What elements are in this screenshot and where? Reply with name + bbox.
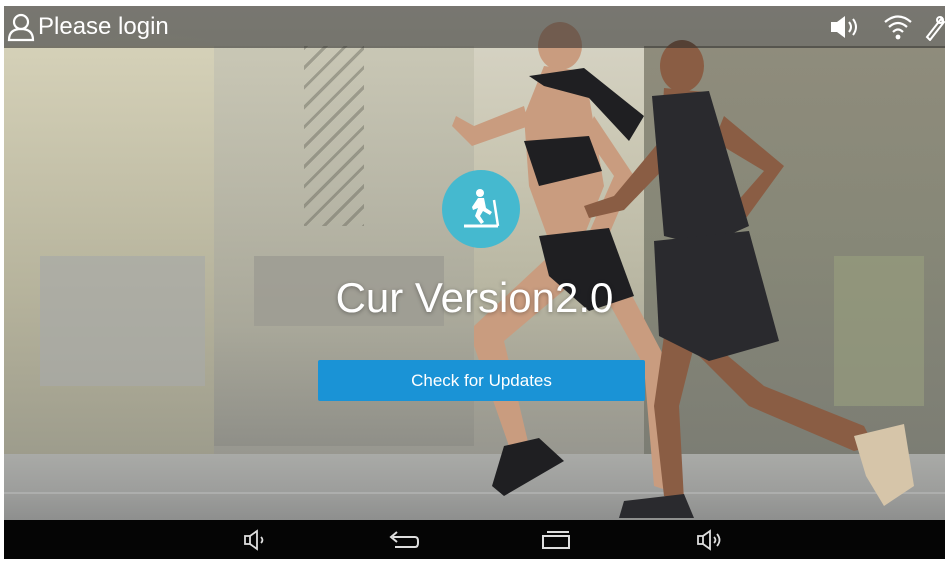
navigation-bar	[4, 520, 945, 559]
volume-up-icon[interactable]	[690, 526, 730, 554]
runners-illustration	[452, 22, 914, 518]
check-for-updates-button[interactable]: Check for Updates	[318, 360, 645, 401]
settings-icon[interactable]	[923, 13, 945, 41]
wifi-icon[interactable]	[883, 13, 913, 41]
device-screen: Please login Cur Version2.0 Check for Up…	[4, 6, 945, 559]
status-bar: Please login	[4, 6, 945, 48]
volume-down-icon[interactable]	[236, 526, 276, 554]
treadmill-icon	[442, 170, 520, 248]
version-label: Cur Version2.0	[335, 274, 614, 321]
background-photo	[4, 6, 945, 520]
login-label[interactable]: Please login	[38, 13, 169, 41]
user-icon[interactable]	[6, 12, 36, 42]
volume-icon[interactable]	[829, 13, 863, 41]
recent-apps-icon[interactable]	[536, 526, 576, 554]
back-icon[interactable]	[384, 526, 424, 554]
